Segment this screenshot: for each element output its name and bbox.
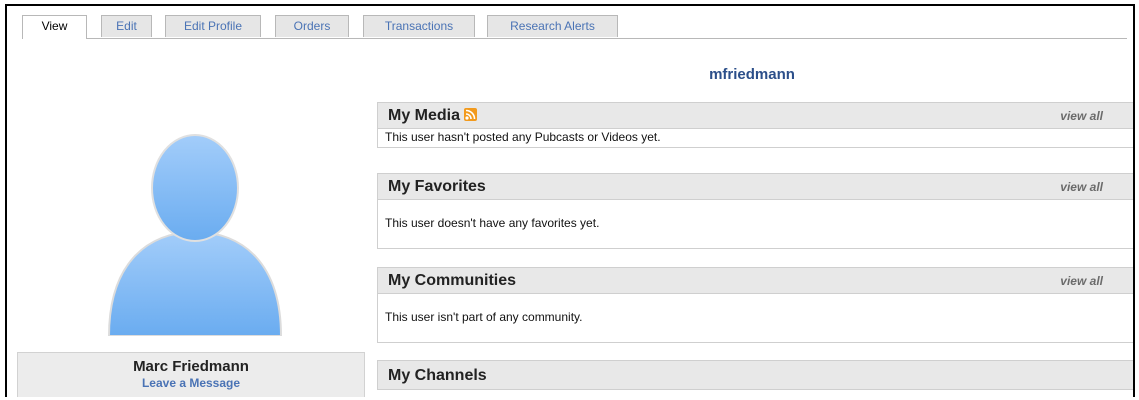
tab-research-alerts[interactable]: Research Alerts [487,15,618,37]
tab-bar: View Edit Edit Profile Orders Transactio… [22,15,1127,39]
avatar [107,134,283,337]
tab-transactions[interactable]: Transactions [363,15,475,37]
username-title: mfriedmann [709,66,795,83]
tab-edit[interactable]: Edit [101,15,152,37]
profile-page: View Edit Edit Profile Orders Transactio… [5,4,1135,397]
tab-edit-profile[interactable]: Edit Profile [165,15,261,37]
section-title: My Communities [388,272,517,289]
section-header: My Communities view all [377,267,1133,294]
section-my-communities: My Communities view all This user isn't … [377,267,1133,343]
default-avatar-icon [107,134,283,337]
section-title: My Media [388,107,461,124]
profile-card: Marc Friedmann Leave a Message [17,352,365,397]
section-body: This user isn't part of any community. [377,294,1133,343]
section-header: My Favorites view all [377,173,1133,200]
section-header: My Media view all [377,102,1133,129]
profile-name: Marc Friedmann [133,358,249,375]
tab-orders[interactable]: Orders [275,15,349,37]
section-my-media: My Media view all This user hasn't poste… [377,102,1133,148]
view-all-link[interactable]: view all [1060,109,1103,123]
view-all-link[interactable]: view all [1060,180,1103,194]
view-all-link[interactable]: view all [1060,274,1103,288]
rss-icon[interactable] [464,108,478,121]
section-my-channels: My Channels [377,360,1133,390]
section-title: My Channels [388,367,487,384]
section-my-favorites: My Favorites view all This user doesn't … [377,173,1133,249]
section-header: My Channels [377,360,1133,390]
tab-view[interactable]: View [22,15,87,39]
section-title: My Favorites [388,178,486,195]
section-body: This user hasn't posted any Pubcasts or … [377,129,1133,148]
section-body: This user doesn't have any favorites yet… [377,200,1133,249]
leave-message-link[interactable]: Leave a Message [18,376,364,390]
